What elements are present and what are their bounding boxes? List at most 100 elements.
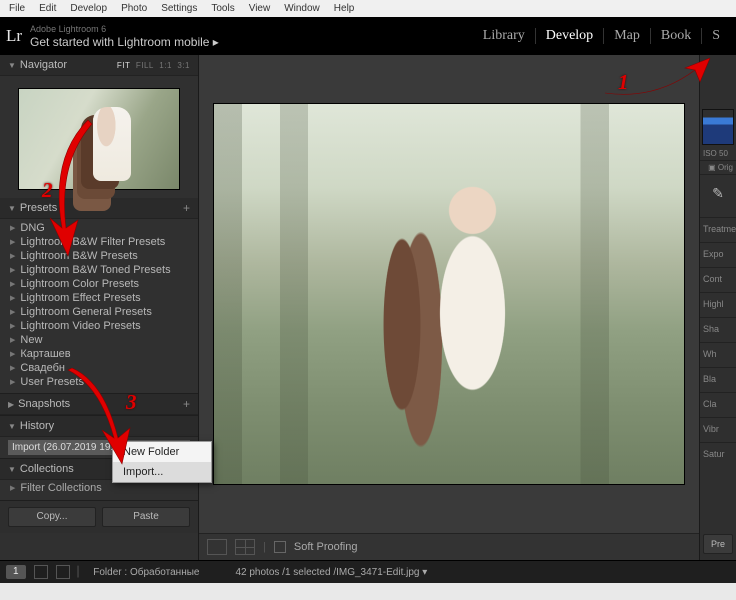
menu-help[interactable]: Help bbox=[327, 3, 362, 14]
menu-photo[interactable]: Photo bbox=[114, 3, 154, 14]
module-book[interactable]: Book bbox=[650, 28, 701, 44]
identity-plate-bar: Lr Adobe Lightroom 6 Get started with Li… bbox=[0, 17, 736, 55]
left-bottom-buttons: Copy... Paste bbox=[0, 500, 198, 533]
basic-slider-label: Satur bbox=[700, 442, 736, 461]
preset-folder[interactable]: ▶Lightroom Color Presets bbox=[0, 277, 198, 291]
annotation-number-3: 3 bbox=[126, 390, 137, 415]
basic-slider-label: Sha bbox=[700, 317, 736, 336]
disclosure-right-icon: ▶ bbox=[10, 484, 15, 492]
filmstrip-bar: 1 ▏ Folder : Обработанные 42 photos /1 s… bbox=[0, 560, 736, 583]
navigator-title: Navigator bbox=[20, 59, 67, 71]
disclosure-right-icon: ▶ bbox=[10, 266, 15, 274]
copy-button[interactable]: Copy... bbox=[8, 507, 96, 527]
preset-folder[interactable]: ▶Свадебн bbox=[0, 361, 198, 375]
preset-folder[interactable]: ▶Lightroom Effect Presets bbox=[0, 291, 198, 305]
basic-slider-label: Wh bbox=[700, 342, 736, 361]
basic-slider-label: Vibr bbox=[700, 417, 736, 436]
center-panel: | Soft Proofing bbox=[199, 55, 699, 560]
paste-button[interactable]: Paste bbox=[102, 507, 190, 527]
preset-folder[interactable]: ▶Lightroom General Presets bbox=[0, 305, 198, 319]
menu-settings[interactable]: Settings bbox=[154, 3, 204, 14]
disclosure-right-icon: ▶ bbox=[10, 364, 15, 372]
loupe-view-icon[interactable] bbox=[207, 539, 227, 555]
preset-folder[interactable]: ▶Lightroom B&W Presets bbox=[0, 249, 198, 263]
disclosure-right-icon: ▶ bbox=[10, 350, 15, 358]
right-panel-group: ISO 50 ▣ Orig ✎ Treatme Expo Cont Highl … bbox=[699, 55, 736, 560]
disclosure-right-icon: ▶ bbox=[10, 280, 15, 288]
presets-header[interactable]: ▼ Presets + bbox=[0, 198, 198, 219]
add-preset-icon[interactable]: + bbox=[183, 201, 190, 215]
collections-body: ▶Filter Collections bbox=[0, 480, 198, 500]
disclosure-right-icon: ▶ bbox=[10, 252, 15, 260]
menu-develop[interactable]: Develop bbox=[63, 3, 114, 14]
filter-collections-row[interactable]: ▶Filter Collections bbox=[10, 482, 188, 494]
treatment-label: Treatme bbox=[700, 217, 736, 236]
menu-window[interactable]: Window bbox=[277, 3, 327, 14]
preset-folder[interactable]: ▶Lightroom Video Presets bbox=[0, 319, 198, 333]
annotation-number-1: 1 bbox=[618, 70, 629, 95]
product-name: Adobe Lightroom 6 bbox=[30, 24, 219, 35]
window-chrome-bottom bbox=[0, 583, 736, 600]
basic-slider-label: Bla bbox=[700, 367, 736, 386]
module-more[interactable]: S bbox=[701, 28, 730, 44]
preset-folder[interactable]: ▶User Presets bbox=[0, 375, 198, 389]
navigator-preview[interactable] bbox=[18, 88, 180, 190]
menu-edit[interactable]: Edit bbox=[32, 3, 63, 14]
before-after-icon[interactable] bbox=[235, 539, 255, 555]
preset-folder[interactable]: ▶Lightroom B&W Filter Presets bbox=[0, 235, 198, 249]
monitor-badge[interactable]: 1 bbox=[6, 565, 26, 579]
soft-proof-label: Soft Proofing bbox=[294, 541, 358, 553]
canvas-area bbox=[199, 55, 699, 533]
mobile-tagline[interactable]: Get started with Lightroom mobile ▸ bbox=[30, 35, 219, 49]
disclosure-right-icon: ▶ bbox=[10, 378, 15, 386]
app-menubar[interactable]: File Edit Develop Photo Settings Tools V… bbox=[0, 0, 736, 17]
add-snapshot-icon[interactable]: + bbox=[183, 397, 190, 411]
adjustment-brush-icon[interactable]: ✎ bbox=[712, 185, 724, 202]
menu-file[interactable]: File bbox=[2, 3, 32, 14]
ctx-import[interactable]: Import... bbox=[113, 462, 211, 482]
preset-folder[interactable]: ▶New bbox=[0, 333, 198, 347]
navigator-header[interactable]: ▼ Navigator FIT FILL 1:1 3:1 bbox=[0, 55, 198, 76]
left-panel-group: ▼ Navigator FIT FILL 1:1 3:1 ▼ Presets +… bbox=[0, 55, 199, 560]
ctx-new-folder[interactable]: New Folder bbox=[113, 442, 211, 462]
module-library[interactable]: Library bbox=[473, 28, 535, 44]
menu-view[interactable]: View bbox=[242, 3, 278, 14]
disclosure-down-icon: ▼ bbox=[8, 61, 16, 70]
snapshots-header[interactable]: ▶ Snapshots + bbox=[0, 393, 198, 415]
history-header[interactable]: ▼ History bbox=[0, 415, 198, 437]
disclosure-down-icon: ▼ bbox=[8, 465, 16, 474]
selection-status[interactable]: 42 photos /1 selected /IMG_3471-Edit.jpg… bbox=[235, 567, 427, 578]
exif-iso: ISO 50 bbox=[700, 147, 736, 160]
disclosure-right-icon: ▶ bbox=[10, 322, 15, 330]
basic-slider-label: Expo bbox=[700, 242, 736, 261]
annotation-number-2: 2 bbox=[42, 178, 53, 203]
presets-title: Presets bbox=[20, 202, 57, 214]
previous-button[interactable]: Pre bbox=[703, 534, 733, 554]
collections-title: Collections bbox=[20, 463, 74, 475]
disclosure-down-icon: ▼ bbox=[8, 204, 16, 213]
survey-view-icon[interactable] bbox=[56, 565, 70, 579]
brand-block: Adobe Lightroom 6 Get started with Light… bbox=[30, 24, 219, 49]
disclosure-down-icon: ▼ bbox=[8, 422, 16, 431]
disclosure-right-icon: ▶ bbox=[10, 238, 15, 246]
navigator-zoom-options[interactable]: FIT FILL 1:1 3:1 bbox=[117, 61, 190, 70]
basic-slider-label: Cont bbox=[700, 267, 736, 286]
preset-folder[interactable]: ▶Карташев bbox=[0, 347, 198, 361]
develop-toolbar: | Soft Proofing bbox=[199, 533, 699, 560]
soft-proof-checkbox[interactable] bbox=[274, 541, 286, 553]
module-develop[interactable]: Develop bbox=[535, 28, 603, 44]
module-map[interactable]: Map bbox=[603, 28, 650, 44]
preset-folder[interactable]: ▶Lightroom B&W Toned Presets bbox=[0, 263, 198, 277]
snapshots-title: Snapshots bbox=[18, 398, 70, 410]
disclosure-right-icon: ▶ bbox=[10, 336, 15, 344]
lr-logo-icon: Lr bbox=[6, 26, 22, 46]
histogram[interactable] bbox=[702, 109, 734, 145]
grid-view-icon[interactable] bbox=[34, 565, 48, 579]
disclosure-right-icon: ▶ bbox=[10, 224, 15, 232]
folder-path[interactable]: Folder : Обработанные bbox=[93, 567, 199, 578]
menu-tools[interactable]: Tools bbox=[204, 3, 241, 14]
preset-folder[interactable]: ▶DNG bbox=[0, 221, 198, 235]
image-preview[interactable] bbox=[214, 104, 684, 484]
presets-list: ▶DNG ▶Lightroom B&W Filter Presets ▶Ligh… bbox=[0, 219, 198, 393]
disclosure-right-icon: ▶ bbox=[8, 400, 14, 409]
